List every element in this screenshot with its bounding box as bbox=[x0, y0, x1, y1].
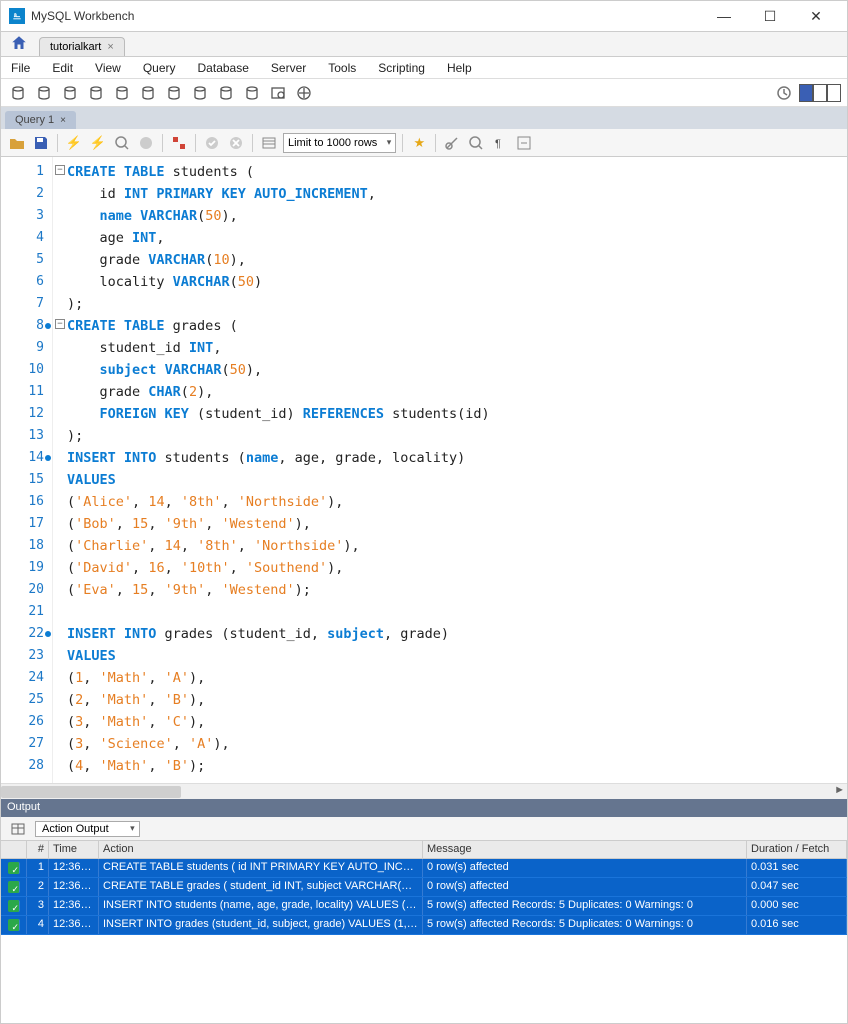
output-grid-icon[interactable] bbox=[7, 818, 29, 840]
menu-view[interactable]: View bbox=[91, 59, 125, 77]
output-type-label: Action Output bbox=[42, 823, 109, 835]
menu-server[interactable]: Server bbox=[267, 59, 310, 77]
output-panel-title: Output bbox=[7, 801, 40, 813]
success-icon: ✓ bbox=[8, 881, 20, 893]
scroll-thumb[interactable] bbox=[1, 786, 181, 798]
panel-toggle-buttons[interactable] bbox=[799, 84, 841, 102]
output-row[interactable]: ✓212:36:52CREATE TABLE grades ( student_… bbox=[1, 878, 847, 897]
home-icon[interactable] bbox=[5, 30, 33, 56]
sql-editor-toolbar: ⚡ ⚡ Limit to 1000 rows ★ ¶ bbox=[1, 129, 847, 157]
sql-editor[interactable]: 1234567891011121314151617181920212223242… bbox=[1, 157, 847, 783]
minimize-button[interactable]: — bbox=[701, 1, 747, 31]
toolbar-icon-11[interactable] bbox=[267, 82, 289, 104]
connection-tab-label: tutorialkart bbox=[50, 41, 101, 53]
tab-close-icon[interactable]: × bbox=[107, 41, 113, 53]
col-status bbox=[1, 841, 27, 858]
search-icon[interactable] bbox=[466, 133, 486, 153]
rollback-icon[interactable] bbox=[226, 133, 246, 153]
main-toolbar bbox=[1, 79, 847, 107]
toolbar-icon-9[interactable] bbox=[215, 82, 237, 104]
execute-icon[interactable]: ⚡ bbox=[64, 133, 84, 153]
open-file-icon[interactable] bbox=[7, 133, 27, 153]
menu-query[interactable]: Query bbox=[139, 59, 180, 77]
row-limit-dropdown[interactable]: Limit to 1000 rows bbox=[283, 133, 396, 153]
menu-tools[interactable]: Tools bbox=[324, 59, 360, 77]
toolbar-icon-12[interactable] bbox=[293, 82, 315, 104]
open-sql-icon[interactable] bbox=[33, 82, 55, 104]
find-icon[interactable] bbox=[442, 133, 462, 153]
output-grid-header: # Time Action Message Duration / Fetch bbox=[1, 841, 847, 859]
beautify-icon[interactable]: ★ bbox=[409, 133, 429, 153]
commit-icon[interactable] bbox=[202, 133, 222, 153]
explain-icon[interactable] bbox=[112, 133, 132, 153]
output-row[interactable]: ✓112:36:52CREATE TABLE students ( id INT… bbox=[1, 859, 847, 878]
maximize-button[interactable]: ☐ bbox=[747, 1, 793, 31]
window-title: MySQL Workbench bbox=[31, 9, 701, 23]
success-icon: ✓ bbox=[8, 919, 20, 931]
row-limit-label: Limit to 1000 rows bbox=[288, 137, 377, 149]
toolbar-icon-3[interactable] bbox=[59, 82, 81, 104]
query-tab-close-icon[interactable]: × bbox=[60, 115, 66, 126]
toggle-whitespace-icon[interactable] bbox=[259, 133, 279, 153]
menu-bar: File Edit View Query Database Server Too… bbox=[1, 57, 847, 79]
stop-icon[interactable] bbox=[136, 133, 156, 153]
close-button[interactable]: ✕ bbox=[793, 1, 839, 31]
title-bar: ⎁ MySQL Workbench — ☐ ✕ bbox=[1, 1, 847, 31]
output-type-dropdown[interactable]: Action Output bbox=[35, 821, 140, 837]
query-tab[interactable]: Query 1 × bbox=[5, 111, 76, 129]
toolbar-icon-6[interactable] bbox=[137, 82, 159, 104]
col-message[interactable]: Message bbox=[423, 841, 747, 858]
success-icon: ✓ bbox=[8, 862, 20, 874]
fold-toggle[interactable]: − bbox=[55, 165, 65, 175]
col-time[interactable]: Time bbox=[49, 841, 99, 858]
col-duration[interactable]: Duration / Fetch bbox=[747, 841, 847, 858]
execute-current-icon[interactable]: ⚡ bbox=[88, 133, 108, 153]
toolbar-icon-8[interactable] bbox=[189, 82, 211, 104]
menu-file[interactable]: File bbox=[7, 59, 34, 77]
success-icon: ✓ bbox=[8, 900, 20, 912]
toolbar-icon-10[interactable] bbox=[241, 82, 263, 104]
wrap-icon[interactable] bbox=[514, 133, 534, 153]
left-panel-toggle[interactable] bbox=[799, 84, 813, 102]
toggle-invisible-icon[interactable]: ¶ bbox=[490, 133, 510, 153]
toolbar-icon-7[interactable] bbox=[163, 82, 185, 104]
query-tab-label: Query 1 bbox=[15, 114, 54, 126]
connection-tab-strip: tutorialkart × bbox=[1, 31, 847, 57]
col-action[interactable]: Action bbox=[99, 841, 423, 858]
app-icon: ⎁ bbox=[9, 8, 25, 24]
menu-scripting[interactable]: Scripting bbox=[374, 59, 429, 77]
output-panel-header: Output bbox=[1, 799, 847, 817]
toolbar-icon-5[interactable] bbox=[111, 82, 133, 104]
query-tab-strip: Query 1 × bbox=[1, 107, 847, 129]
bottom-panel-toggle[interactable] bbox=[813, 84, 827, 102]
svg-text:¶: ¶ bbox=[495, 138, 501, 150]
save-icon[interactable] bbox=[31, 133, 51, 153]
scroll-right-icon[interactable]: ► bbox=[834, 784, 845, 796]
new-sql-tab-icon[interactable] bbox=[7, 82, 29, 104]
output-grid-body: ✓112:36:52CREATE TABLE students ( id INT… bbox=[1, 859, 847, 935]
toolbar-icon-4[interactable] bbox=[85, 82, 107, 104]
output-selector-bar: Action Output bbox=[1, 817, 847, 841]
reconnect-icon[interactable] bbox=[773, 82, 795, 104]
editor-h-scrollbar[interactable]: ◄ ► bbox=[1, 783, 847, 799]
output-row[interactable]: ✓412:36:53INSERT INTO grades (student_id… bbox=[1, 916, 847, 935]
output-row[interactable]: ✓312:36:53INSERT INTO students (name, ag… bbox=[1, 897, 847, 916]
col-num[interactable]: # bbox=[27, 841, 49, 858]
line-gutter: 1234567891011121314151617181920212223242… bbox=[1, 157, 53, 783]
menu-edit[interactable]: Edit bbox=[48, 59, 77, 77]
menu-help[interactable]: Help bbox=[443, 59, 476, 77]
connection-tab[interactable]: tutorialkart × bbox=[39, 37, 125, 56]
right-panel-toggle[interactable] bbox=[827, 84, 841, 102]
code-area[interactable]: −CREATE TABLE students ( id INT PRIMARY … bbox=[53, 157, 847, 783]
toggle-autocommit-icon[interactable] bbox=[169, 133, 189, 153]
menu-database[interactable]: Database bbox=[194, 59, 253, 77]
fold-toggle[interactable]: − bbox=[55, 319, 65, 329]
